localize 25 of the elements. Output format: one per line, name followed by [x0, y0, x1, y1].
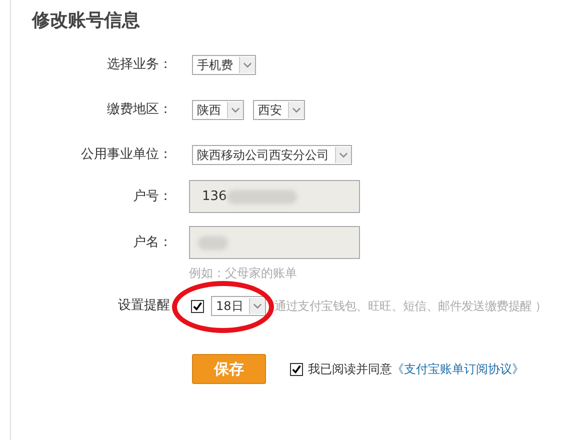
caret-icon[interactable] — [288, 102, 304, 118]
field-label: 缴费地区： — [106, 101, 172, 119]
dropdown[interactable]: 陕西移动公司西安分公司 — [192, 145, 352, 165]
checkbox[interactable] — [290, 362, 303, 376]
input-field[interactable]: 136 — [189, 180, 360, 213]
field-label: 公用事业单位： — [80, 146, 172, 164]
caret-icon[interactable] — [239, 57, 255, 73]
agreement-link[interactable]: 《支付宝账单订阅协议》 — [392, 360, 524, 378]
hint-text: 例如：父母家的账单 — [189, 265, 297, 282]
dropdown[interactable]: 18日 — [211, 296, 266, 316]
field-label: 户名： — [132, 234, 172, 252]
agreement-text: 我已阅读并同意 — [308, 360, 392, 378]
dropdown[interactable]: 陕西 — [192, 100, 244, 120]
field-label: 户号： — [132, 188, 172, 206]
input-field[interactable] — [189, 226, 360, 259]
page-title: 修改账号信息 — [30, 9, 141, 32]
caret-icon[interactable] — [227, 102, 243, 118]
checkbox[interactable] — [191, 300, 204, 312]
field-label: 选择业务： — [106, 56, 172, 74]
field-label: 设置提醒 — [117, 297, 170, 315]
hint-text: 通过支付宝钱包、旺旺、短信、邮件发送缴费提醒 ） — [274, 298, 547, 314]
dropdown[interactable]: 手机费 — [192, 55, 256, 75]
caret-icon[interactable] — [335, 147, 351, 163]
dropdown[interactable]: 西安 — [253, 100, 305, 120]
caret-icon[interactable] — [249, 298, 266, 314]
